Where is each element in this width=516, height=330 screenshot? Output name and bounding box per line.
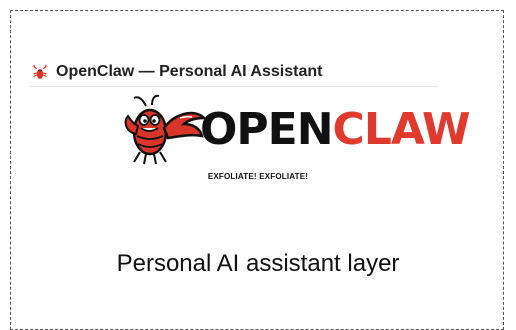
- page-header: OpenClaw — Personal AI Assistant: [30, 58, 438, 87]
- tagline: EXFOLIATE! EXFOLIATE!: [207, 172, 309, 181]
- wordmark-claw: CLAW: [332, 104, 471, 155]
- openclaw-logo: OPENCLAW: [124, 94, 470, 166]
- page-title: OpenClaw — Personal AI Assistant: [56, 63, 323, 80]
- lobster-mascot-icon: [124, 94, 206, 165]
- openclaw-wordmark: OPENCLAW: [200, 104, 471, 156]
- subtitle: Personal AI assistant layer: [116, 250, 400, 277]
- wordmark-open: OPEN: [200, 104, 334, 155]
- lobster-icon: [30, 62, 50, 82]
